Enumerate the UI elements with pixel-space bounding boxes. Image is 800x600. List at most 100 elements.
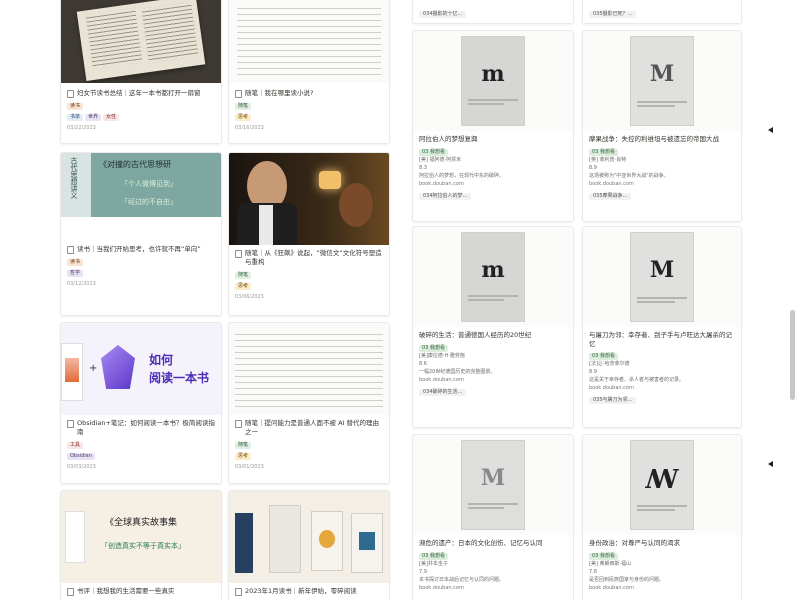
- card-title: 妇女节读书总结｜这年一本书都打开一扇窗: [67, 89, 215, 98]
- gallery-card-1[interactable]: 妇女节读书总结｜这年一本书都打开一扇窗 读书 书单 世界 女性 03/22/2023: [60, 0, 222, 144]
- cover-title: 《全球真实故事集: [105, 518, 178, 528]
- cover-title: 《对撞的古代思想研: [99, 160, 171, 169]
- book-card-4[interactable]: M 与屠刀为邻：幸存者、刽子手与卢旺达大屠杀的记忆 03 我想看 [法]让·哈茨…: [582, 226, 742, 428]
- caret-left-icon[interactable]: [768, 461, 773, 467]
- publisher-logo-icon: M: [649, 257, 675, 283]
- card-date: 03/16/2023: [235, 125, 264, 131]
- book-title: 与屠刀为邻：幸存者、刽子手与卢旺达大屠杀的记忆: [589, 331, 732, 348]
- book-author: [美]康拉德·H·雅劳施: [419, 353, 465, 359]
- tag: 工具: [67, 442, 84, 449]
- cover-subtitle: 「经过的不自由」: [121, 198, 177, 206]
- book-rating: 8.9: [589, 369, 597, 375]
- book-author: [美]井本圭子: [419, 561, 448, 567]
- card-chip: 035摄影已死？...: [589, 11, 637, 18]
- publisher-logo-icon: M: [649, 61, 675, 87]
- tag: 思考: [235, 453, 252, 460]
- book-title: 摩果战争：失控的利维坦与被遗忘的帝国大战: [589, 135, 719, 143]
- book-link[interactable]: book.douban.com: [419, 180, 567, 189]
- book-link[interactable]: book.douban.com: [589, 584, 735, 593]
- cover-title: 阅读一本书: [149, 371, 210, 385]
- card-cover-image: [61, 0, 221, 83]
- book-cover: M: [413, 435, 573, 535]
- note-chip[interactable]: 034破碎的生活...: [419, 389, 467, 396]
- card-chip: 034摄影的十亿...: [419, 11, 467, 18]
- caret-left-icon[interactable]: [768, 127, 773, 133]
- page-icon: [235, 90, 242, 98]
- card-date: 03/22/2023: [67, 125, 96, 131]
- book-link[interactable]: book.douban.com: [419, 584, 567, 593]
- cover-title: 如何: [149, 353, 174, 367]
- book-title: 破碎的生活：普通德国人经历的20世纪: [419, 331, 532, 339]
- card-title: 2023年1月读书｜新年伊始，零碎阅读: [235, 587, 383, 596]
- book-description: 这场被称为"中亚世界大战"的战争。: [589, 173, 669, 179]
- cover-subtitle: 「个人微博见到」: [121, 180, 177, 188]
- book-card-1[interactable]: m 阿拉伯人的梦想复興 03 我想看 [美] 福阿德·阿贾米 8.3 阿拉伯人的…: [412, 30, 574, 222]
- card-title: 随笔｜提问能力是普通人面不被 AI 替代的理由之一: [235, 419, 383, 437]
- gallery-card-2[interactable]: 随笔｜我在哪里读小说? 随笔 思考 03/16/2023: [228, 0, 390, 144]
- tag: 哲学: [67, 270, 84, 277]
- note-chip[interactable]: 035摩果战争...: [589, 193, 632, 200]
- obsidian-logo-icon: [101, 345, 135, 389]
- book-rating: 8.3: [419, 165, 427, 171]
- book-title: 濒危的遗产：日本的文化创伤、记忆与认同: [419, 539, 543, 547]
- status-badge: 03 我想看: [419, 149, 448, 156]
- card-date: 03/01/2023: [235, 464, 264, 470]
- gallery-card-4[interactable]: 随笔｜从《狂飙》说起，“微信文”文化符号塑造与重构 随笔 思考 03/06/20…: [228, 152, 390, 316]
- page-icon: [67, 246, 74, 254]
- book-link[interactable]: book.douban.com: [589, 180, 735, 189]
- scrollbar-thumb[interactable]: [790, 310, 795, 400]
- note-chip[interactable]: 034阿拉伯人的梦...: [419, 193, 472, 200]
- book-cover: ꟿ: [583, 435, 741, 535]
- tag: 思考: [235, 114, 252, 121]
- book-description: 本书探讨日本战后记忆与认同的问题。: [419, 577, 505, 583]
- status-badge: 03 我想看: [589, 353, 618, 360]
- gallery-card-6[interactable]: 随笔｜提问能力是普通人面不被 AI 替代的理由之一 随笔 思考 03/01/20…: [228, 322, 390, 484]
- book-link[interactable]: book.douban.com: [589, 384, 735, 393]
- gallery-card-top-cropped-2[interactable]: 035摄影已死？...: [582, 0, 742, 24]
- card-date: 03/12/2023: [67, 281, 96, 287]
- tag: 读书: [67, 103, 84, 110]
- tag: 读书: [67, 259, 84, 266]
- gallery-card-8[interactable]: 2023年1月读书｜新年伊始，零碎阅读: [228, 490, 390, 600]
- card-cover-text-preview: [229, 323, 389, 415]
- status-badge: 03 我想看: [419, 553, 448, 560]
- book-author: [美] 福阿德·阿贾米: [419, 157, 462, 163]
- tag: 女性: [103, 114, 120, 121]
- card-cover-image: + 如何 阅读一本书: [61, 323, 221, 415]
- tag: 书单: [67, 114, 84, 121]
- card-title: 随笔｜从《狂飙》说起，“微信文”文化符号塑造与重构: [235, 249, 383, 267]
- scrollbar-track[interactable]: [789, 0, 797, 600]
- book-rating: 8.6: [419, 361, 427, 367]
- book-title: 身份政治：对尊严与认同的渴求: [589, 539, 680, 547]
- book-card-2[interactable]: M 摩果战争：失控的利维坦与被遗忘的帝国大战 03 我想看 [英] 菲利普·肖特…: [582, 30, 742, 222]
- book-description: 阿拉伯人的梦想，在现代中东的破碎。: [419, 173, 505, 179]
- tag: 思考: [235, 283, 252, 290]
- cover-subtitle: 「创造真实不等于真实本」: [101, 542, 185, 550]
- card-cover-image: [229, 491, 389, 583]
- page-icon: [67, 90, 74, 98]
- book-description: 一幅20世纪德国历史的完整图景。: [419, 369, 496, 375]
- book-rating: 7.9: [419, 569, 427, 575]
- book-card-5[interactable]: M 濒危的遗产：日本的文化创伤、记忆与认同 03 我想看 [美]井本圭子 7.9…: [412, 434, 574, 600]
- book-author: [英] 菲利普·肖特: [589, 157, 627, 163]
- book-title: 阿拉伯人的梦想复興: [419, 135, 478, 143]
- note-chip[interactable]: 035与屠刀为邻...: [589, 397, 637, 404]
- cover-side-text: 古代思想讲义: [70, 157, 78, 199]
- book-cover: M: [583, 31, 741, 131]
- page-icon: [235, 420, 242, 428]
- status-badge: 03 我想看: [419, 345, 448, 352]
- book-link[interactable]: book.douban.com: [419, 376, 567, 385]
- tag: Obsidian: [67, 453, 95, 460]
- book-card-3[interactable]: m 破碎的生活：普通德国人经历的20世纪 03 我想看 [美]康拉德·H·雅劳施…: [412, 226, 574, 428]
- card-cover-image: 《全球真实故事集 「创造真实不等于真实本」: [61, 491, 221, 583]
- status-badge: 03 我想看: [589, 553, 618, 560]
- publisher-logo-icon: m: [481, 61, 505, 87]
- gallery-card-7[interactable]: 《全球真实故事集 「创造真实不等于真实本」 书评｜我想我的生活需要一些真实: [60, 490, 222, 600]
- gallery-card-top-cropped-1[interactable]: 034摄影的十亿...: [412, 0, 574, 24]
- card-cover-image: 古代思想讲义 《对撞的古代思想研 「个人微博见到」 「经过的不自由」: [61, 153, 221, 217]
- book-card-6[interactable]: ꟿ 身份政治：对尊严与认同的渴求 03 我想看 [美] 弗朗西斯·福山 7.8 …: [582, 434, 742, 600]
- gallery-card-3[interactable]: 古代思想讲义 《对撞的古代思想研 「个人微博见到」 「经过的不自由」 读书｜当我…: [60, 152, 222, 316]
- card-title: 随笔｜我在哪里读小说?: [235, 89, 383, 98]
- gallery-card-5[interactable]: + 如何 阅读一本书 Obsidian+笔记：如何阅读一本书？极简阅读指南 工具…: [60, 322, 222, 484]
- tag: 随笔: [235, 272, 252, 279]
